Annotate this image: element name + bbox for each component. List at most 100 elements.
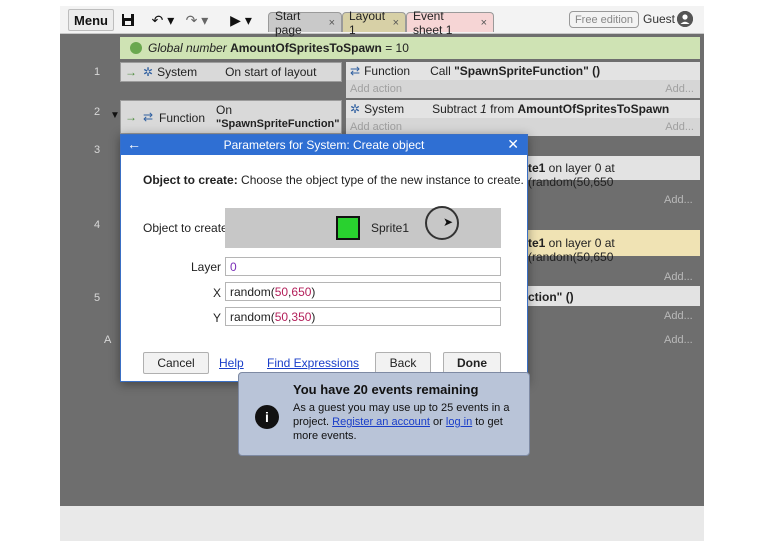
x-end: )	[311, 284, 316, 299]
tab-close-icon[interactable]: ×	[393, 17, 399, 29]
add-label[interactable]: Add...	[665, 121, 694, 133]
action-row[interactable]: ✲ System Subtract 1 from AmountOfSprites…	[346, 100, 700, 118]
tab-close-icon[interactable]: ×	[481, 17, 487, 29]
add-label[interactable]: Add...	[664, 271, 693, 283]
tab-layout-1[interactable]: Layout 1 ×	[342, 9, 406, 37]
add-label[interactable]: Add...	[664, 310, 693, 322]
layer-label: Layer	[190, 260, 221, 274]
info-icon: i	[255, 405, 279, 429]
object-picker[interactable]: Sprite1 ➤	[225, 206, 501, 248]
tab-start-page[interactable]: Start page ×	[268, 9, 342, 37]
register-link[interactable]: Register an account	[332, 416, 430, 428]
globe-icon	[130, 42, 142, 54]
find-expressions-link[interactable]: Find Expressions	[267, 356, 359, 370]
layer-input[interactable]: 0	[225, 257, 501, 276]
add-label[interactable]: Add...	[664, 334, 693, 346]
description-label: Object to create:	[143, 173, 238, 187]
function-icon: ⇄	[350, 64, 361, 78]
redo-icon[interactable]: ↷ ▾	[182, 9, 212, 31]
arrow-right-icon: →	[125, 110, 137, 124]
event-number: 1	[94, 66, 101, 78]
undo-icon[interactable]: ↶ ▾	[148, 9, 178, 31]
cancel-button[interactable]: Cancel	[143, 352, 209, 374]
description-text: Choose the object type of the new instan…	[237, 173, 524, 187]
event-2-actions: ✲ System Subtract 1 from AmountOfSprites…	[346, 100, 700, 136]
condition-line2: "SpawnSpriteFunction"	[216, 118, 340, 130]
action-prefix: Call	[430, 64, 451, 78]
condition-text: On start of layout	[225, 65, 317, 79]
tab-event-sheet-1[interactable]: Event sheet 1 ×	[406, 9, 494, 37]
action-value: "SpawnSpriteFunction" ()	[454, 64, 601, 78]
condition-object: Function	[159, 111, 206, 125]
action-mid: from	[490, 102, 515, 116]
back-button[interactable]: Back	[375, 352, 431, 374]
event-number: 3	[94, 144, 101, 156]
y-label: Y	[212, 311, 221, 325]
event-1-condition[interactable]: → ✲ System On start of layout	[120, 62, 342, 82]
condition-object: System	[157, 65, 198, 79]
y-input[interactable]: random(50, 350)	[225, 307, 501, 326]
tab-label: Layout 1	[349, 8, 386, 37]
action-row[interactable]: ⇄ Function Call "SpawnSpriteFunction" ()	[346, 62, 700, 80]
screenshot: Menu ↶ ▾ ↷ ▾ ▶ ▾ Start page × Layout 1 ×…	[0, 0, 763, 541]
mouse-cursor-icon: ➤	[443, 215, 454, 229]
dialog-description: Object to create: Choose the object type…	[143, 173, 524, 187]
y-arg-a: 50	[274, 309, 289, 324]
back-arrow-icon[interactable]: ←	[127, 136, 141, 152]
action-object: System	[364, 102, 405, 116]
help-link[interactable]: Help	[219, 356, 244, 370]
event-2-condition[interactable]: → ⇄ Function On "SpawnSpriteFunction"	[120, 100, 342, 134]
user-icon[interactable]	[677, 11, 693, 27]
x-label: X	[212, 286, 221, 300]
y-arg-b: 350	[291, 309, 312, 324]
x-input[interactable]: random(50, 650)	[225, 282, 501, 301]
sprite-thumbnail	[336, 216, 360, 240]
notice-body: As a guest you may use up to 25 events i…	[293, 401, 523, 443]
notice-text: to get	[472, 416, 503, 428]
global-keyword: Global number	[148, 41, 227, 55]
add-label[interactable]: Add...	[665, 83, 694, 95]
event-number: 5	[94, 292, 101, 304]
tab-label: Event sheet 1	[413, 8, 453, 37]
action-value: AmountOfSpritesToSpawn	[517, 102, 670, 116]
gear-icon: ✲	[143, 65, 154, 79]
event-5-action[interactable]: ction" ()	[528, 286, 700, 306]
edition-badge[interactable]: Free edition	[569, 11, 639, 28]
events-remaining-notice: i You have 20 events remaining As a gues…	[238, 372, 530, 456]
collapse-arrow-icon[interactable]: ▼	[110, 110, 120, 121]
event-4-action[interactable]: te1 on layer 0 at (random(50,650	[528, 230, 700, 264]
done-button[interactable]: Done	[443, 352, 501, 374]
action-number: 1	[480, 102, 487, 116]
event-1-actions: ⇄ Function Call "SpawnSpriteFunction" ()…	[346, 62, 700, 98]
add-action-link[interactable]: Add action Add...	[346, 80, 700, 98]
x-arg-a: 50	[274, 284, 289, 299]
event-number: 2	[94, 106, 101, 118]
add-label[interactable]: Add...	[664, 194, 693, 206]
play-icon[interactable]: ▶ ▾	[226, 9, 256, 31]
close-icon[interactable]: ✕	[507, 136, 519, 153]
cursor-highlight	[425, 206, 459, 240]
global-variable-value: = 10	[385, 41, 409, 55]
action-prefix: Subtract	[432, 102, 477, 116]
arrow-right-icon: →	[125, 65, 137, 79]
event-3-action[interactable]: te1 on layer 0 at (random(50,650	[528, 156, 700, 189]
add-event-stub: A	[104, 334, 112, 346]
login-link[interactable]: log in	[446, 416, 472, 428]
menu-button[interactable]: Menu	[68, 9, 114, 31]
add-action-label: Add action	[350, 121, 402, 133]
dialog-header: ← Parameters for System: Create object ✕	[121, 135, 527, 155]
condition-line1: On	[216, 103, 233, 117]
notice-title: You have 20 events remaining	[293, 382, 479, 397]
dialog-title: Parameters for System: Create object	[223, 138, 425, 152]
tab-label: Start page	[275, 8, 302, 37]
notice-line: more events.	[293, 430, 357, 442]
y-fn: random(	[230, 309, 275, 324]
tab-close-icon[interactable]: ×	[329, 17, 335, 29]
action-object: Function	[364, 64, 411, 78]
object-to-create-label: Object to create	[143, 221, 228, 235]
global-variable-row[interactable]: Global number AmountOfSpritesToSpawn = 1…	[120, 37, 700, 59]
parameters-dialog: ← Parameters for System: Create object ✕…	[120, 134, 528, 382]
sprite-name: Sprite1	[371, 221, 410, 235]
function-icon: ⇄	[143, 110, 154, 124]
save-icon[interactable]	[118, 9, 138, 31]
